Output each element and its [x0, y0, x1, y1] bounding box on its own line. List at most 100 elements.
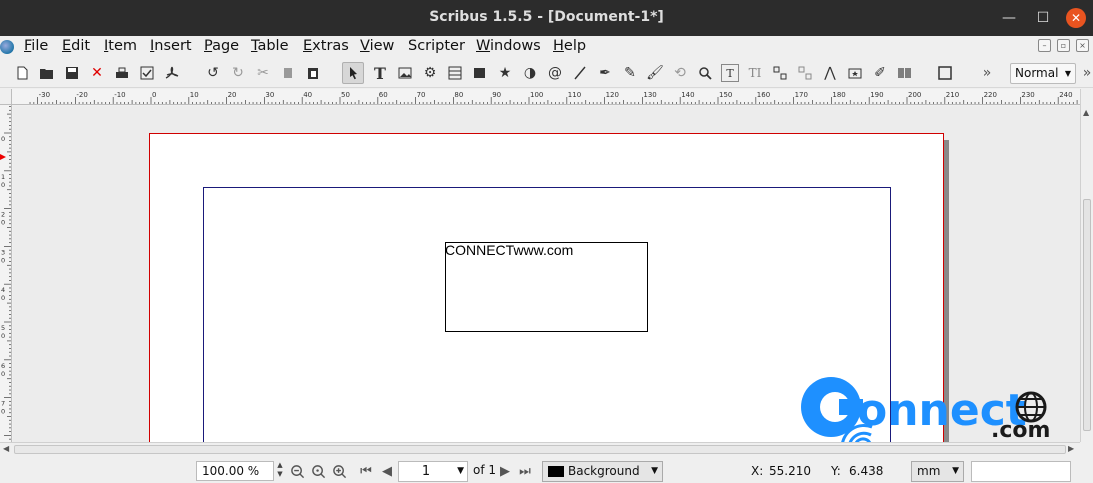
- zoom-spinner[interactable]: ▲ ▼: [274, 461, 286, 481]
- freehand-tool-icon[interactable]: ✎: [621, 64, 639, 82]
- barcode-icon[interactable]: [896, 64, 914, 82]
- ruler-label: 80: [454, 91, 463, 99]
- scroll-left-icon[interactable]: ◀: [3, 444, 9, 453]
- preview-mode-icon[interactable]: [936, 64, 954, 82]
- next-page-icon[interactable]: ▶: [496, 462, 514, 480]
- eyedropper-icon[interactable]: ✐: [871, 64, 889, 82]
- edit-contents-icon[interactable]: T: [721, 64, 739, 82]
- menu-extras[interactable]: Extras: [303, 38, 349, 54]
- scroll-right-icon[interactable]: ▶: [1068, 444, 1074, 453]
- status-bar: 100.00 % ▲ ▼ ⏮ ◀ 1 ▼ of 1 ▶ ⏭ Background ▼ …: [0, 456, 1093, 483]
- ruler-label: 170: [795, 91, 808, 99]
- previous-page-icon[interactable]: ◀: [378, 462, 396, 480]
- copy-icon[interactable]: [279, 64, 297, 82]
- minimize-button[interactable]: —: [998, 7, 1020, 29]
- menu-bar: File Edit Item Insert Page Table Extras …: [0, 36, 1093, 59]
- ruler-label: 120: [606, 91, 619, 99]
- vertical-scroll-thumb[interactable]: [1083, 199, 1091, 431]
- line-tool-icon[interactable]: [571, 64, 589, 82]
- menu-windows[interactable]: Windows: [476, 38, 541, 54]
- paste-icon[interactable]: [304, 64, 322, 82]
- select-tool-icon[interactable]: [342, 62, 364, 84]
- cut-icon[interactable]: ✂: [254, 64, 272, 82]
- spiral-tool-icon[interactable]: @: [546, 64, 564, 82]
- ruler-label: 20: [228, 91, 237, 99]
- scribus-window: Scribus 1.5.5 - [Document-1*] — ☐ ✕ File…: [0, 0, 1093, 483]
- bezier-tool-icon[interactable]: ✒: [596, 64, 614, 82]
- render-frame-tool-icon[interactable]: ⚙: [421, 64, 439, 82]
- edit-text-icon[interactable]: TI: [746, 64, 764, 82]
- close-document-icon[interactable]: ✕: [88, 64, 106, 82]
- ruler-label: 110: [568, 91, 581, 99]
- status-input[interactable]: [971, 461, 1071, 482]
- last-page-icon[interactable]: ⏭: [516, 462, 534, 480]
- toolbar-overflow-right-icon[interactable]: »: [1078, 64, 1093, 82]
- text-frame[interactable]: CONNECTwww.com: [445, 242, 648, 332]
- horizontal-scrollbar[interactable]: ◀ ▶: [0, 442, 1080, 456]
- ruler-origin[interactable]: [0, 89, 12, 105]
- mdi-minimize-icon[interactable]: –: [1038, 39, 1051, 52]
- horizontal-scroll-thumb[interactable]: [14, 445, 1066, 454]
- measurements-icon[interactable]: ⋀: [821, 64, 839, 82]
- mdi-close-icon[interactable]: ×: [1076, 39, 1089, 52]
- zoom-in-icon[interactable]: [330, 462, 348, 480]
- ruler-label: 0: [1, 294, 5, 302]
- vertical-scrollbar[interactable]: ▲: [1080, 89, 1093, 442]
- print-icon[interactable]: [113, 64, 131, 82]
- redo-icon[interactable]: ↻: [229, 64, 247, 82]
- menu-file[interactable]: File: [24, 38, 48, 54]
- export-pdf-icon[interactable]: [163, 64, 181, 82]
- menu-help[interactable]: Help: [553, 38, 586, 54]
- unit-select[interactable]: mm ▼: [911, 461, 964, 482]
- vertical-ruler[interactable]: 010203040506070: [0, 105, 12, 442]
- toolbar-overflow-icon[interactable]: »: [978, 64, 996, 82]
- zoom-out-icon[interactable]: [288, 462, 306, 480]
- new-document-icon[interactable]: [13, 64, 31, 82]
- menu-view[interactable]: View: [360, 38, 394, 54]
- menu-page[interactable]: Page: [204, 38, 239, 54]
- mdi-restore-icon[interactable]: ▫: [1057, 39, 1070, 52]
- layer-select[interactable]: Background ▼: [542, 461, 663, 482]
- zoom-input[interactable]: 100.00 %: [196, 461, 274, 481]
- table-tool-icon[interactable]: [446, 64, 464, 82]
- arc-tool-icon[interactable]: ◑: [521, 64, 539, 82]
- undo-icon[interactable]: ↺: [204, 64, 222, 82]
- insert-pdf-field-icon[interactable]: [846, 64, 864, 82]
- page-count-label: of 1: [473, 463, 497, 477]
- ruler-label: 0: [152, 91, 156, 99]
- window-title: Scribus 1.5.5 - [Document-1*]: [429, 9, 664, 25]
- page-number-input[interactable]: 1 ▼: [398, 461, 468, 482]
- polygon-tool-icon[interactable]: ★: [496, 64, 514, 82]
- link-frames-icon[interactable]: [771, 64, 789, 82]
- rotate-tool-icon[interactable]: ⟲: [671, 64, 689, 82]
- shape-tool-icon[interactable]: [471, 64, 489, 82]
- calligraphic-tool-icon[interactable]: 🖌: [646, 64, 664, 82]
- menu-edit[interactable]: Edit: [62, 38, 90, 54]
- first-page-icon[interactable]: ⏮: [357, 462, 375, 480]
- layer-color-swatch: [548, 466, 564, 477]
- unlink-frames-icon[interactable]: [796, 64, 814, 82]
- y-coord-value: 6.438: [849, 464, 884, 478]
- menu-item[interactable]: Item: [104, 38, 137, 54]
- save-icon[interactable]: [63, 64, 81, 82]
- ruler-label: 10: [190, 91, 199, 99]
- x-coord-value: 55.210: [769, 464, 811, 478]
- zoom-100-icon[interactable]: [309, 462, 327, 480]
- menu-insert[interactable]: Insert: [150, 38, 192, 54]
- ruler-label: 130: [643, 91, 656, 99]
- scroll-up-icon[interactable]: ▲: [1083, 108, 1089, 117]
- y-coord-label: Y:: [831, 464, 841, 478]
- zoom-tool-icon[interactable]: [696, 64, 714, 82]
- maximize-button[interactable]: ☐: [1032, 7, 1054, 29]
- ruler-label: 7: [1, 400, 5, 408]
- open-folder-icon[interactable]: [38, 64, 56, 82]
- image-frame-tool-icon[interactable]: [396, 64, 414, 82]
- text-frame-tool-icon[interactable]: T: [371, 64, 389, 83]
- preflight-check-icon[interactable]: [138, 64, 156, 82]
- menu-table[interactable]: Table: [251, 38, 289, 54]
- image-preview-quality-select[interactable]: Normal ▼: [1010, 63, 1076, 84]
- menu-scripter[interactable]: Scripter: [408, 38, 465, 54]
- close-button[interactable]: ✕: [1066, 8, 1086, 28]
- ruler-label: 0: [1, 181, 5, 189]
- horizontal-ruler[interactable]: -30 -20 -10 0 10 20 30 40 50 60 70 80 90 100 110 120 130…: [12, 89, 1080, 105]
